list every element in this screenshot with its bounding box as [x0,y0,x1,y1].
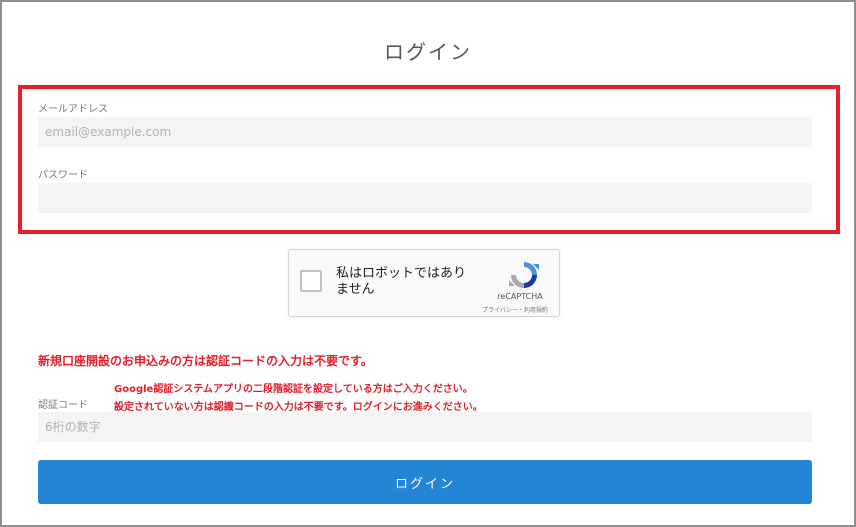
recaptcha-privacy-terms-link[interactable]: プライバシー・利用規約 [465,305,565,314]
auth-code-field[interactable] [38,412,812,442]
auth-code-label: 認証コード [38,400,88,411]
login-button[interactable]: ログイン [38,460,812,504]
two-factor-notice-line2: 設定されていない方は認識コードの入力は不要です。ログインにお進みください。 [114,402,483,413]
password-field[interactable] [38,183,812,213]
page-title: ログイン [384,40,472,64]
two-factor-notice-line1: Google認証システムアプリの二段階認証を設定している方はご入力ください。 [114,384,473,395]
recaptcha-brand: reCAPTCHA [497,292,543,301]
recaptcha-checkbox[interactable] [300,270,322,292]
recaptcha-widget: 私はロボットではありません reCAPTCHA プライバシー・利用規約 [288,249,560,317]
recaptcha-label: 私はロボットではありません [336,266,467,297]
recaptcha-logo-icon [509,262,539,288]
email-field[interactable] [38,117,812,147]
password-label: パスワード [38,170,88,181]
new-account-notice: 新規口座開設のお申込みの方は認証コードの入力は不要です。 [38,354,373,368]
email-label: メールアドレス [38,104,108,115]
